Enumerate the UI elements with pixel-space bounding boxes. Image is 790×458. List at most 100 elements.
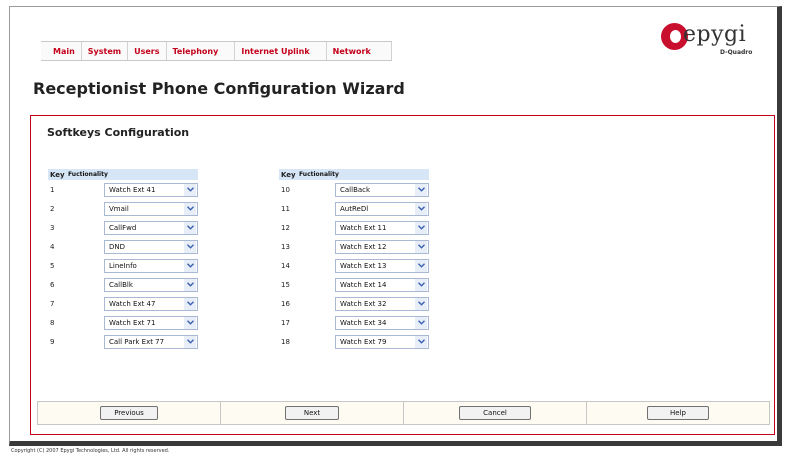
- softkeys-panel: Softkeys Configuration Key Fuctionality …: [30, 115, 775, 435]
- table-header: Key Fuctionality: [48, 169, 198, 180]
- chevron-down-icon[interactable]: [415, 278, 427, 291]
- chevron-down-icon[interactable]: [415, 202, 427, 215]
- select-value: LineInfo: [109, 261, 137, 270]
- softkey-number: 12: [281, 223, 290, 232]
- softkey-row: 3 CallFwd: [48, 218, 198, 237]
- softkeys-table-left: Key Fuctionality 1 Watch Ext 41 2 Vmail 3 Cal…: [48, 169, 198, 351]
- previous-button[interactable]: Previous: [100, 406, 158, 420]
- softkey-row: 4 DND: [48, 237, 198, 256]
- chevron-down-icon[interactable]: [184, 240, 196, 253]
- nav-network[interactable]: Network: [327, 42, 392, 60]
- softkey-function-select[interactable]: CallBlk: [104, 277, 198, 292]
- softkey-number: 1: [50, 185, 55, 194]
- softkey-function-select[interactable]: Vmail: [104, 201, 198, 216]
- softkey-function-select[interactable]: Watch Ext 12: [335, 239, 429, 254]
- button-cell: Cancel: [404, 402, 587, 424]
- chevron-down-icon[interactable]: [415, 259, 427, 272]
- nav-users[interactable]: Users: [128, 42, 167, 60]
- softkey-number: 13: [281, 242, 290, 251]
- softkeys-table-right: Key Fuctionality 10 CallBack 11 AutReDl 12 Wa…: [279, 169, 429, 351]
- softkey-function-select[interactable]: Watch Ext 79: [335, 334, 429, 349]
- softkey-function-select[interactable]: Watch Ext 14: [335, 277, 429, 292]
- softkey-number: 17: [281, 318, 290, 327]
- chevron-down-icon[interactable]: [184, 183, 196, 196]
- functionality-column-header: Fuctionality: [68, 171, 108, 178]
- softkey-row: 14 Watch Ext 13: [279, 256, 429, 275]
- chevron-down-icon[interactable]: [184, 259, 196, 272]
- select-value: CallFwd: [109, 223, 137, 232]
- chevron-down-icon[interactable]: [184, 316, 196, 329]
- softkey-number: 16: [281, 299, 290, 308]
- softkey-function-select[interactable]: CallBack: [335, 182, 429, 197]
- softkey-number: 9: [50, 337, 55, 346]
- softkey-function-select[interactable]: Watch Ext 13: [335, 258, 429, 273]
- softkey-number: 10: [281, 185, 290, 194]
- nav-internet-uplink[interactable]: Internet Uplink: [235, 42, 327, 60]
- select-value: Watch Ext 47: [109, 299, 156, 308]
- nav-telephony[interactable]: Telephony: [167, 42, 236, 60]
- softkey-number: 7: [50, 299, 55, 308]
- select-value: Watch Ext 79: [340, 337, 387, 346]
- key-column-header: Key: [50, 170, 65, 179]
- chevron-down-icon[interactable]: [184, 202, 196, 215]
- chevron-down-icon[interactable]: [415, 297, 427, 310]
- chevron-down-icon[interactable]: [415, 240, 427, 253]
- chevron-down-icon[interactable]: [415, 316, 427, 329]
- softkey-function-select[interactable]: Watch Ext 11: [335, 220, 429, 235]
- softkey-row: 10 CallBack: [279, 180, 429, 199]
- table-header: Key Fuctionality: [279, 169, 429, 180]
- softkey-function-select[interactable]: Call Park Ext 77: [104, 334, 198, 349]
- softkey-function-select[interactable]: Watch Ext 47: [104, 296, 198, 311]
- softkey-number: 2: [50, 204, 55, 213]
- softkey-function-select[interactable]: AutReDl: [335, 201, 429, 216]
- chevron-down-icon[interactable]: [415, 221, 427, 234]
- key-column-header: Key: [281, 170, 296, 179]
- page-title: Receptionist Phone Configuration Wizard: [33, 79, 405, 98]
- softkey-number: 5: [50, 261, 55, 270]
- softkey-number: 4: [50, 242, 55, 251]
- help-button[interactable]: Help: [647, 406, 709, 420]
- softkey-function-select[interactable]: LineInfo: [104, 258, 198, 273]
- softkey-row: 8 Watch Ext 71: [48, 313, 198, 332]
- cancel-button[interactable]: Cancel: [459, 406, 531, 420]
- softkey-row: 1 Watch Ext 41: [48, 180, 198, 199]
- softkey-row: 16 Watch Ext 32: [279, 294, 429, 313]
- softkey-row: 12 Watch Ext 11: [279, 218, 429, 237]
- button-cell: Next: [221, 402, 404, 424]
- chevron-down-icon[interactable]: [184, 221, 196, 234]
- nav-main[interactable]: Main: [41, 42, 82, 60]
- select-value: Watch Ext 14: [340, 280, 387, 289]
- copyright-text: Copyright (C) 2007 Epygi Technologies, L…: [11, 448, 170, 454]
- panel-title: Softkeys Configuration: [47, 126, 190, 139]
- functionality-column-header: Fuctionality: [299, 171, 339, 178]
- wizard-button-bar: Previous Next Cancel Help: [37, 401, 770, 425]
- chevron-down-icon[interactable]: [184, 335, 196, 348]
- softkey-row: 6 CallBlk: [48, 275, 198, 294]
- chevron-down-icon[interactable]: [184, 297, 196, 310]
- select-value: Watch Ext 32: [340, 299, 387, 308]
- softkey-number: 11: [281, 204, 290, 213]
- select-value: Watch Ext 11: [340, 223, 387, 232]
- select-value: AutReDl: [340, 204, 369, 213]
- main-nav: Main System Users Telephony Internet Upl…: [41, 41, 392, 61]
- select-value: Watch Ext 34: [340, 318, 387, 327]
- logo-text: epygi: [683, 22, 747, 47]
- next-button[interactable]: Next: [285, 406, 339, 420]
- chevron-down-icon[interactable]: [415, 335, 427, 348]
- nav-system[interactable]: System: [82, 42, 129, 60]
- chevron-down-icon[interactable]: [415, 183, 427, 196]
- softkey-row: 17 Watch Ext 34: [279, 313, 429, 332]
- epygi-logo: epygi D-Quadro: [661, 20, 761, 60]
- softkey-function-select[interactable]: DND: [104, 239, 198, 254]
- softkey-function-select[interactable]: Watch Ext 41: [104, 182, 198, 197]
- softkey-function-select[interactable]: Watch Ext 71: [104, 315, 198, 330]
- select-value: Watch Ext 13: [340, 261, 387, 270]
- softkey-row: 13 Watch Ext 12: [279, 237, 429, 256]
- select-value: CallBack: [340, 185, 371, 194]
- softkey-row: 2 Vmail: [48, 199, 198, 218]
- softkey-function-select[interactable]: CallFwd: [104, 220, 198, 235]
- softkey-function-select[interactable]: Watch Ext 32: [335, 296, 429, 311]
- chevron-down-icon[interactable]: [184, 278, 196, 291]
- select-value: Watch Ext 41: [109, 185, 156, 194]
- softkey-function-select[interactable]: Watch Ext 34: [335, 315, 429, 330]
